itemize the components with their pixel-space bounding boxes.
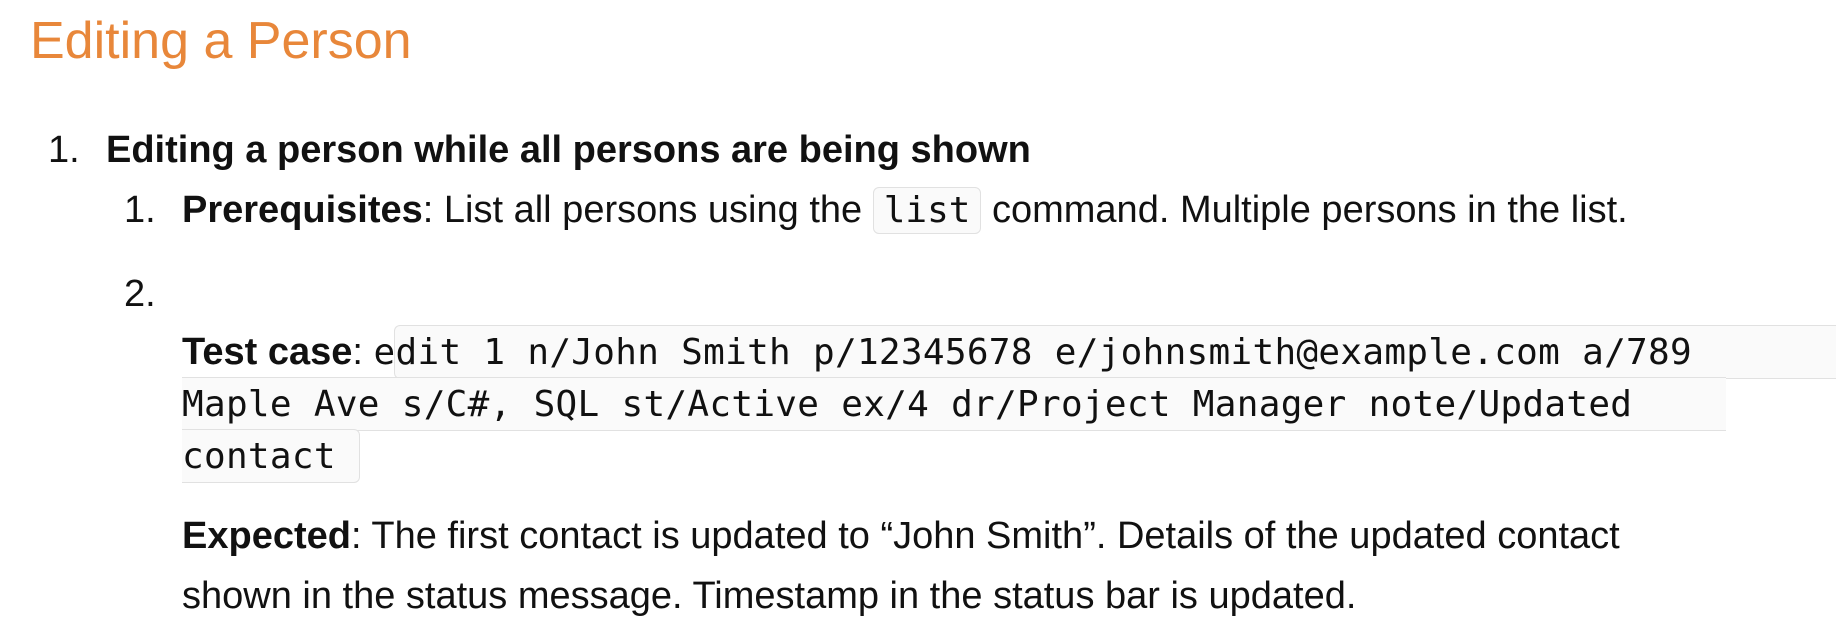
prerequisites-text-after: command. Multiple persons in the list. (981, 189, 1628, 231)
test-case-code-row-3: contact (182, 428, 336, 485)
prerequisites-label: Prerequisites (182, 189, 423, 231)
outer-item-number: 1. (48, 129, 80, 171)
outer-list-item: 1. Editing a person while all persons are… (48, 122, 1031, 178)
prerequisites-text-before: : List all persons using the (422, 189, 873, 231)
expected-row-1: Expected: The first contact is updated t… (182, 508, 1620, 564)
expected-text-line-2: shown in the status message. Timestamp i… (182, 575, 1357, 617)
document-page: Editing a Person 1. Editing a person whil… (0, 0, 1846, 630)
section-heading: Editing a Person (30, 12, 412, 70)
expected-text-line-1: : The first contact is updated to “John … (350, 515, 1620, 557)
test-case-code-line-3: contact (182, 436, 336, 477)
test-case-item: Test case: edit 1 n/John Smith p/1234567… (182, 324, 1692, 381)
inline-code-list: list (872, 187, 982, 234)
prerequisites-item: Prerequisites: List all persons using th… (182, 182, 1628, 239)
test-case-code-row-2: Maple Ave s/C#, SQL st/Active ex/4 dr/Pr… (182, 376, 1632, 433)
test-case-code-line-2: Maple Ave s/C#, SQL st/Active ex/4 dr/Pr… (182, 384, 1633, 425)
test-case-separator: : (352, 331, 374, 373)
expected-row-2: shown in the status message. Timestamp i… (182, 568, 1356, 624)
expected-label: Expected (182, 515, 351, 557)
inner-item-number-1: 1. (124, 189, 156, 231)
outer-item-title: Editing a person while all persons are b… (106, 129, 1031, 171)
inner-item-number-2: 2. (124, 273, 156, 315)
test-case-label: Test case (182, 331, 353, 373)
test-case-code-line-1: edit 1 n/John Smith p/12345678 e/johnsmi… (373, 332, 1692, 373)
